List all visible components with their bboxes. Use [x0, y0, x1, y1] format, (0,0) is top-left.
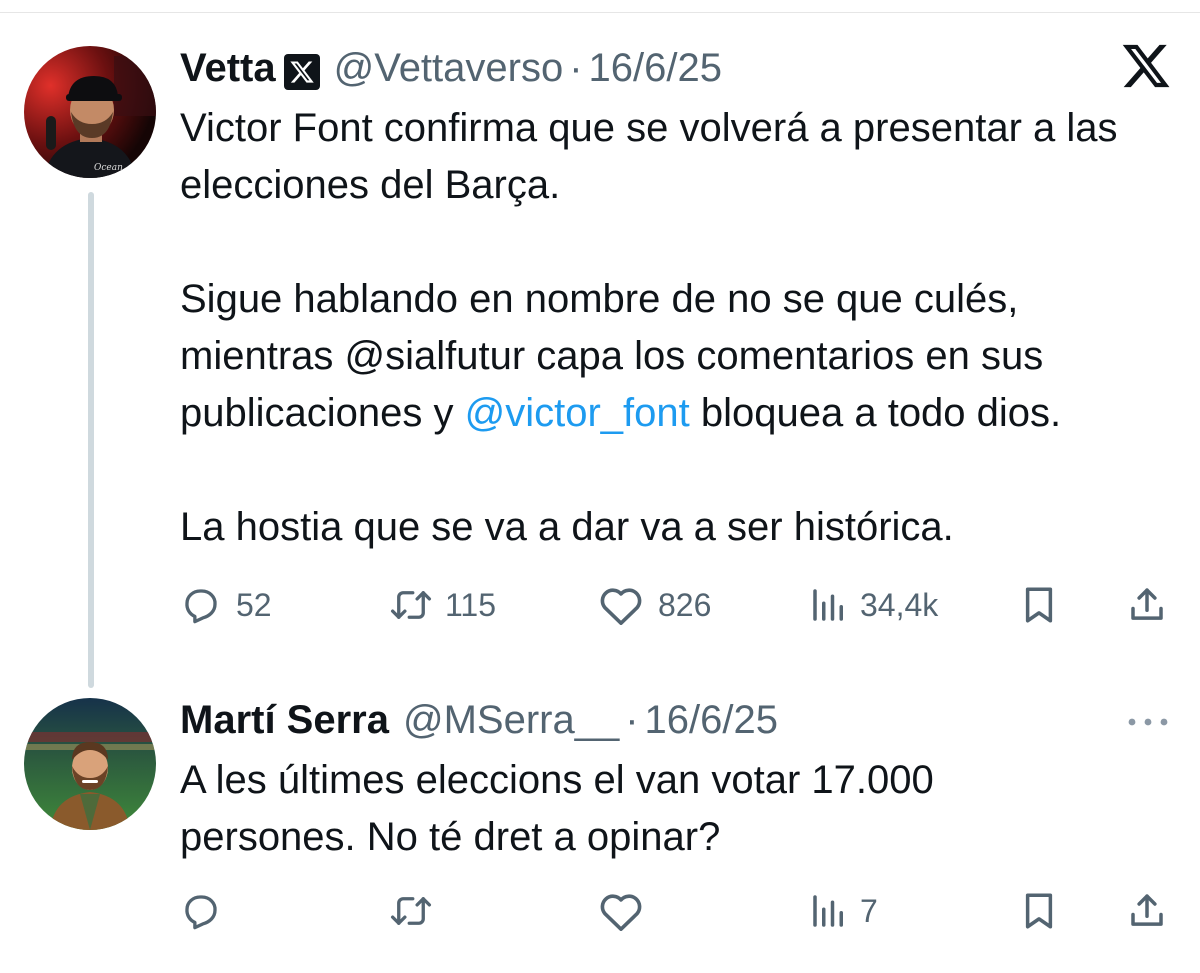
reply-button[interactable] [180, 886, 222, 936]
reply-icon [180, 890, 222, 932]
tweet-date[interactable]: 16/6/25 [589, 44, 722, 92]
tweet-actions: 7 [180, 886, 1170, 936]
repost-icon [385, 584, 437, 626]
reply-icon [180, 584, 222, 626]
tweet-actions: 52 115 826 34,4k [180, 580, 1170, 630]
repost-count: 115 [445, 586, 497, 623]
separator-dot: · [569, 46, 583, 90]
x-badge-icon [283, 54, 320, 90]
thread-connector [88, 192, 94, 688]
avatar[interactable] [24, 698, 156, 830]
author-handle[interactable]: @Vettaverso [334, 44, 564, 92]
share-icon [1126, 890, 1168, 932]
views-count: 34,4k [860, 586, 939, 623]
avatar[interactable]: Ocean [24, 46, 156, 178]
share-button[interactable] [1126, 580, 1168, 630]
bookmark-button[interactable] [1018, 580, 1060, 630]
divider [0, 12, 1200, 13]
tweet-paragraph: A les últimes eleccions el van votar 17.… [180, 758, 934, 859]
share-button[interactable] [1126, 886, 1168, 936]
tweet-paragraph: Victor Font confirma que se volverá a pr… [180, 106, 1118, 207]
views-button[interactable]: 34,4k [808, 580, 938, 630]
more-options-icon[interactable] [1126, 712, 1170, 737]
tweet-paragraph: La hostia que se va a dar va a ser histó… [180, 505, 954, 549]
reply-button[interactable]: 52 [180, 580, 272, 630]
mention-link[interactable]: @victor_font [465, 391, 690, 435]
tweet-date[interactable]: 16/6/25 [645, 696, 778, 744]
repost-icon [385, 890, 437, 932]
bookmark-icon [1018, 584, 1060, 626]
views-count: 7 [860, 892, 878, 929]
author-name[interactable]: Martí Serra [180, 696, 389, 744]
tweet-thread: Ocean Vetta @Vettaverso · 16/6/25 Victor… [0, 0, 1200, 973]
svg-text:Ocean: Ocean [94, 163, 123, 173]
views-button[interactable]: 7 [808, 886, 878, 936]
tweet-header: Martí Serra @MSerra__ · 16/6/25 [180, 696, 778, 744]
separator-dot: · [625, 698, 639, 742]
like-button[interactable] [598, 886, 644, 936]
views-icon [808, 890, 850, 932]
like-count: 826 [658, 586, 712, 623]
tweet-paragraph: Sigue hablando en nombre de no se que cu… [180, 271, 1180, 442]
x-logo-icon[interactable] [1120, 40, 1172, 97]
author-handle[interactable]: @MSerra__ [403, 696, 619, 744]
share-icon [1126, 584, 1168, 626]
bookmark-button[interactable] [1018, 886, 1060, 936]
tweet-header: Vetta @Vettaverso · 16/6/25 [180, 44, 722, 92]
bookmark-icon [1018, 890, 1060, 932]
tweet-text: A les últimes eleccions el van votar 17.… [180, 752, 1060, 866]
repost-button[interactable] [385, 886, 437, 936]
tweet-text: Victor Font confirma que se volverá a pr… [180, 100, 1180, 556]
author-name[interactable]: Vetta [180, 44, 276, 92]
reply-count: 52 [236, 586, 272, 623]
tweet-text-span: bloquea a todo dios. [689, 391, 1062, 435]
like-button[interactable]: 826 [598, 580, 711, 630]
like-icon [598, 890, 644, 932]
views-icon [808, 584, 850, 626]
repost-button[interactable]: 115 [385, 580, 496, 630]
like-icon [598, 584, 644, 626]
